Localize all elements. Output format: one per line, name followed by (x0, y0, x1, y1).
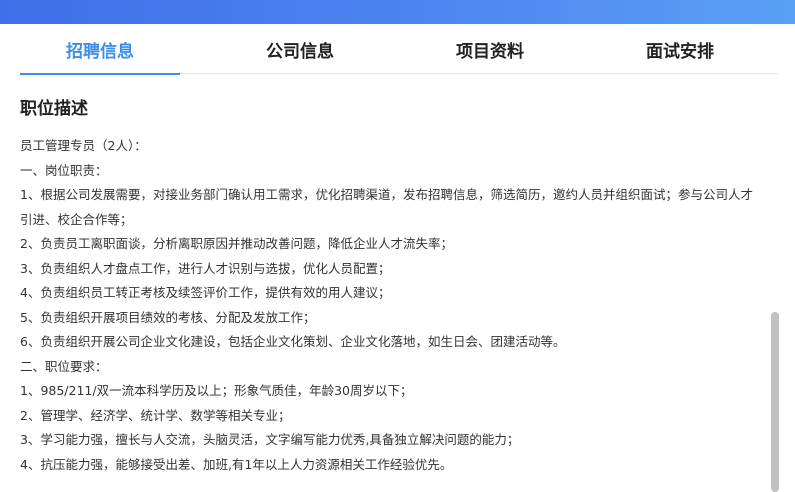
description-line: 员工管理专员（2人）： (20, 138, 147, 153)
description-line: 1、985/211/双一流本科学历及以上；形象气质佳，年龄30周岁以下； (20, 383, 413, 398)
tab-company-info[interactable]: 公司信息 (220, 24, 380, 74)
description-line: 一、岗位职责： (20, 162, 108, 178)
job-description: 员工管理专员（2人）： 一、岗位职责： 1、根据公司发展需要，对接业务部门确认用… (20, 134, 760, 477)
top-banner (0, 0, 795, 24)
description-line: 3、负责组织人才盘点工作，进行人才识别与选拔，优化人员配置； (20, 260, 391, 276)
description-line: 2、负责员工离职面谈，分析离职原因并推动改善问题，降低企业人才流失率； (20, 236, 453, 251)
description-line: 4、抗压能力强，能够接受出差、加班,有1年以上人力资源相关工作经验优先。 (20, 456, 453, 472)
scrollbar-thumb[interactable] (771, 312, 779, 492)
description-line: 3、学习能力强，擅长与人交流，头脑灵活，文字编写能力优秀,具备独立解决问题的能力… (20, 432, 520, 447)
section-title: 职位描述 (20, 99, 88, 119)
description-line: 二、职位要求： (20, 358, 108, 374)
description-line: 6、负责组织开展公司企业文化建设，包括企业文化策划、企业文化落地，如生日会、团建… (20, 334, 566, 349)
description-line: 2、管理学、经济学、统计学、数学等相关专业； (20, 407, 291, 423)
description-line: 4、负责组织员工转正考核及续签评价工作，提供有效的用人建议； (20, 285, 391, 300)
tab-interview-schedule[interactable]: 面试安排 (600, 24, 760, 74)
tab-bar: 招聘信息 公司信息 项目资料 面试安排 (20, 24, 778, 75)
tab-recruitment-info[interactable]: 招聘信息 (20, 24, 180, 75)
description-line: 1、根据公司发展需要，对接业务部门确认用工需求，优化招聘渠道，发布招聘信息，筛选… (20, 187, 753, 227)
description-line: 5、负责组织开展项目绩效的考核、分配及发放工作； (20, 309, 316, 325)
tab-project-materials[interactable]: 项目资料 (410, 24, 570, 74)
scrollbar[interactable] (771, 312, 779, 492)
